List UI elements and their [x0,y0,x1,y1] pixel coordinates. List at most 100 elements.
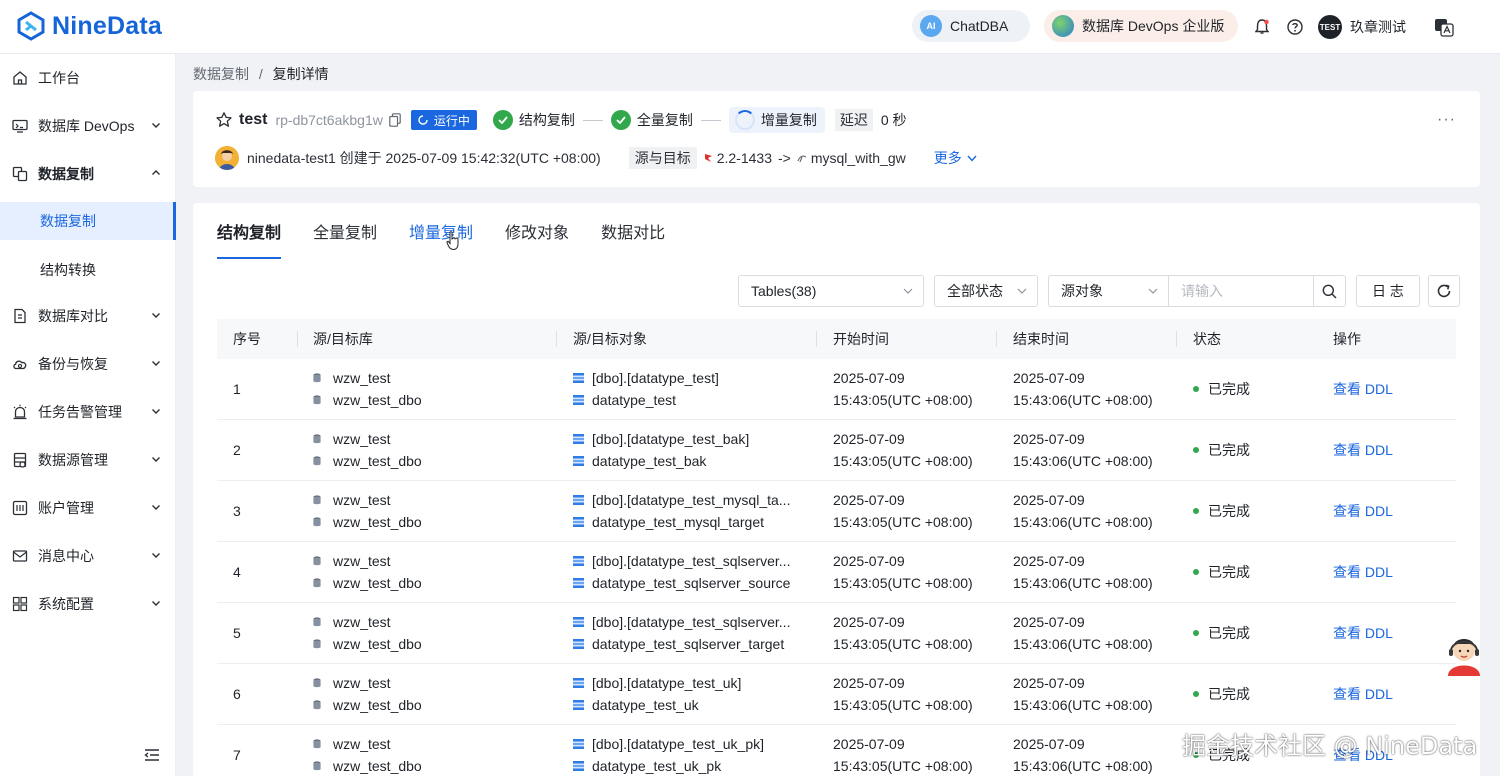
db-cell: wzw_test wzw_test_dbo [313,428,422,472]
start-date: 2025-07-09 [833,614,905,630]
copy-icon[interactable] [389,113,401,127]
sidebar-item-system-config[interactable]: 系统配置 [0,580,176,628]
source-object-name: [dbo].[datatype_test] [592,370,719,386]
tab-full-replication[interactable]: 全量复制 [313,203,377,259]
source-name[interactable]: 2.2-1433 [717,150,772,166]
table-icon [573,556,584,566]
bell-icon[interactable] [1253,18,1271,36]
task-name: test [239,111,268,128]
target-object-name: datatype_test_mysql_target [592,514,764,530]
status-cell: 已完成 [1193,542,1250,602]
target-db-name: wzw_test_dbo [333,758,422,774]
delay-label: 延迟 [834,109,873,131]
task-header-card: test rp-db7ct6akbg1w 运行中 结构复制 全量复制 增量复制 … [193,91,1480,187]
source-db: wzw_test [313,489,422,511]
step-schema: 结构复制 [492,110,575,130]
end-time-cell: 2025-07-09 15:43:06(UTC +08:00) [1013,367,1153,411]
assistant-avatar[interactable] [1444,630,1484,676]
step-label: 增量复制 [760,112,817,128]
more-link[interactable]: 更多 [934,148,978,168]
task-title-row: test rp-db7ct6akbg1w 运行中 结构复制 全量复制 增量复制 … [215,107,907,133]
start-date: 2025-07-09 [833,553,905,569]
view-ddl-link[interactable]: 查看 DDL [1333,664,1393,724]
target-object-name: datatype_test_sqlserver_target [592,636,785,652]
view-ddl-link[interactable]: 查看 DDL [1333,603,1393,663]
devops-enterprise-button[interactable]: 数据库 DevOps 企业版 [1044,10,1238,42]
breadcrumb-parent[interactable]: 数据复制 [193,66,249,82]
start-time: 15:43:05(UTC +08:00) [833,392,973,408]
sidebar-subitem-replication[interactable]: 数据复制 [0,202,176,240]
sidebar-item-label: 账户管理 [38,500,94,516]
sidebar-item-devops[interactable]: 数据库 DevOps [0,102,176,150]
tab-modify-objects[interactable]: 修改对象 [505,203,569,259]
top-bar: NineData AI ChatDBA 数据库 DevOps 企业版 TEST … [0,0,1500,54]
sidebar-item-backup[interactable]: 备份与恢复 [0,340,176,388]
log-button[interactable]: 日 志 [1356,275,1420,307]
table-toolbar: Tables(38) 全部状态 源对象 日 志 [738,275,1460,307]
ninedata-logo-icon [17,11,45,41]
language-icon[interactable] [1434,17,1454,37]
support-agent-icon [1448,639,1480,676]
tables-select[interactable]: Tables(38) [738,275,924,307]
user-menu[interactable]: TEST 玖章测试 [1318,15,1406,39]
source-object: [dbo].[datatype_test_mysql_ta... [573,489,790,511]
sidebar-subitem-schema-convert[interactable]: 结构转换 [0,251,176,289]
database-icon [313,678,321,688]
target-object: datatype_test_sqlserver_source [573,572,790,594]
sidebar-item-label: 任务告警管理 [38,404,122,420]
sidebar-item-alarm[interactable]: 任务告警管理 [0,388,176,436]
collapse-sidebar-icon[interactable] [144,748,160,762]
db-cell: wzw_test wzw_test_dbo [313,489,422,533]
star-icon[interactable] [215,111,233,129]
view-ddl-link[interactable]: 查看 DDL [1333,359,1393,419]
sidebar-item-replication[interactable]: 数据复制 [0,150,176,198]
source-object-name: [dbo].[datatype_test_mysql_ta... [592,492,791,508]
end-time: 15:43:06(UTC +08:00) [1013,697,1153,713]
source-object: [dbo].[datatype_test_sqlserver... [573,611,790,633]
tab-schema-replication[interactable]: 结构复制 [217,203,282,259]
tab-data-compare[interactable]: 数据对比 [601,203,665,259]
chatdba-button[interactable]: AI ChatDBA [912,10,1030,42]
status-text: 已完成 [1208,564,1250,580]
watermark: 掘金技术社区 @ NineData [1182,732,1478,760]
chevron-down-icon [967,155,977,162]
sidebar-item-db-compare[interactable]: 数据库对比 [0,292,176,340]
more-actions-icon[interactable]: ··· [1437,111,1456,129]
source-db-name: wzw_test [333,675,391,691]
database-icon [313,517,321,527]
target-db: wzw_test_dbo [313,450,422,472]
sidebar-item-messages[interactable]: 消息中心 [0,532,176,580]
tab-incremental-replication[interactable]: 增量复制 [409,203,473,259]
logo[interactable]: NineData [16,10,162,42]
chevron-down-icon [152,601,160,606]
user-name: 玖章测试 [1350,19,1406,35]
running-icon [418,115,428,125]
sidebar-item-account[interactable]: 账户管理 [0,484,176,532]
db-cell: wzw_test wzw_test_dbo [313,611,422,655]
view-ddl-link[interactable]: 查看 DDL [1333,481,1393,541]
search-input[interactable] [1168,275,1314,307]
start-time: 15:43:05(UTC +08:00) [833,758,973,774]
status-select[interactable]: 全部状态 [934,275,1038,307]
target-db: wzw_test_dbo [313,572,422,594]
status-dot-icon [1193,691,1199,697]
source-object-select[interactable]: 源对象 [1048,275,1168,307]
view-ddl-link[interactable]: 查看 DDL [1333,542,1393,602]
sidebar-item-workbench[interactable]: 工作台 [0,54,176,102]
end-time-cell: 2025-07-09 15:43:06(UTC +08:00) [1013,611,1153,655]
sidebar-item-label: 数据源管理 [38,452,108,468]
column-header-db: 源/目标库 [313,331,373,347]
search-button[interactable] [1314,275,1346,307]
start-date: 2025-07-09 [833,492,905,508]
view-ddl-link[interactable]: 查看 DDL [1333,420,1393,480]
task-id: rp-db7ct6akbg1w [275,112,383,128]
table-icon [573,700,584,710]
db-cell: wzw_test wzw_test_dbo [313,367,422,411]
account-icon [12,500,28,516]
source-object-name: [dbo].[datatype_test_sqlserver... [592,553,791,569]
target-name[interactable]: mysql_with_gw [811,150,906,166]
step-full: 全量复制 [610,110,693,130]
help-icon[interactable] [1286,18,1304,36]
refresh-button[interactable] [1428,275,1460,307]
sidebar-item-datasource[interactable]: 数据源管理 [0,436,176,484]
